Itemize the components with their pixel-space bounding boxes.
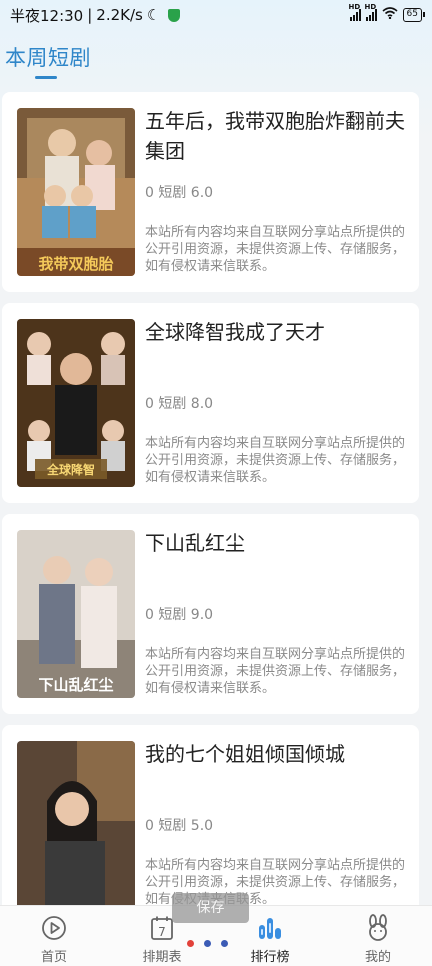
drama-meta: 0 短剧 5.0 xyxy=(145,818,214,834)
status-right: HD HD 65 xyxy=(349,3,426,23)
nav-ranking-label: 排行榜 xyxy=(250,950,290,965)
drama-description: 本站所有内容均来自互联网分享站点所提供的公开引用资源，未提供资源上传、存储服务，… xyxy=(145,647,406,696)
drama-meta: 0 短剧 6.0 xyxy=(145,185,214,201)
nav-home-label: 首页 xyxy=(40,950,67,965)
battery-icon: 65 xyxy=(402,8,426,22)
poster-caption: 下山乱红尘 xyxy=(38,676,113,694)
nav-home[interactable]: 首页 xyxy=(0,906,108,966)
ranking-bars-icon xyxy=(259,918,281,939)
drama-meta: 0 短剧 9.0 xyxy=(145,607,214,623)
svg-text:7: 7 xyxy=(158,925,166,939)
drama-poster[interactable]: 下山乱红尘 xyxy=(17,530,135,698)
nav-mine[interactable]: 我的 xyxy=(324,906,432,966)
status-time: 半夜12:30 xyxy=(10,6,84,25)
loading-dot xyxy=(187,940,194,947)
drama-title[interactable]: 全球降智我成了天才 xyxy=(145,317,407,347)
signal-icon: HD xyxy=(349,3,361,21)
nav-mine-label: 我的 xyxy=(364,950,391,965)
play-circle-icon xyxy=(42,916,66,940)
poster-caption: 我带双胞胎 xyxy=(38,255,113,273)
loading-dots xyxy=(187,940,228,947)
section-title[interactable]: 本周短剧 xyxy=(5,42,91,72)
drama-title[interactable]: 我的七个姐姐倾国倾城 xyxy=(145,739,407,769)
drama-description: 本站所有内容均来自互联网分享站点所提供的公开引用资源，未提供资源上传、存储服务，… xyxy=(145,225,406,274)
loading-dot xyxy=(221,940,228,947)
save-toast: 保存 xyxy=(172,893,249,923)
drama-description: 本站所有内容均来自互联网分享站点所提供的公开引用资源，未提供资源上传、存储服务，… xyxy=(145,436,406,485)
loading-dot xyxy=(204,940,211,947)
status-divider: | xyxy=(87,6,93,24)
shield-icon xyxy=(168,8,181,22)
poster-caption: 全球降智 xyxy=(46,462,95,477)
drama-card[interactable]: 下山乱红尘 下山乱红尘 0 短剧 9.0 本站所有内容均来自互联网分享站点所提供… xyxy=(2,514,419,714)
drama-poster[interactable]: 全球降智 xyxy=(17,319,135,487)
status-left: 半夜12:30 | 2.2K/s ☾ xyxy=(10,5,181,26)
drama-card[interactable]: 我带双胞胎 五年后，我带双胞胎炸翻前夫集团 0 短剧 6.0 本站所有内容均来自… xyxy=(2,92,419,292)
status-speed: 2.2K/s xyxy=(96,6,143,24)
drama-poster[interactable] xyxy=(17,741,135,909)
wifi-icon xyxy=(382,7,398,23)
title-underline xyxy=(35,76,57,79)
drama-title[interactable]: 下山乱红尘 xyxy=(145,528,407,558)
moon-icon: ☾ xyxy=(146,6,161,24)
rabbit-icon xyxy=(369,914,387,941)
signal-icon: HD xyxy=(365,3,377,21)
drama-title[interactable]: 五年后，我带双胞胎炸翻前夫集团 xyxy=(145,106,407,166)
drama-card[interactable]: 全球降智 全球降智我成了天才 0 短剧 8.0 本站所有内容均来自互联网分享站点… xyxy=(2,303,419,503)
drama-poster[interactable]: 我带双胞胎 xyxy=(17,108,135,276)
status-bar: 半夜12:30 | 2.2K/s ☾ HD HD 65 xyxy=(0,0,432,30)
nav-schedule-label: 排期表 xyxy=(142,950,182,965)
drama-meta: 0 短剧 8.0 xyxy=(145,396,214,412)
